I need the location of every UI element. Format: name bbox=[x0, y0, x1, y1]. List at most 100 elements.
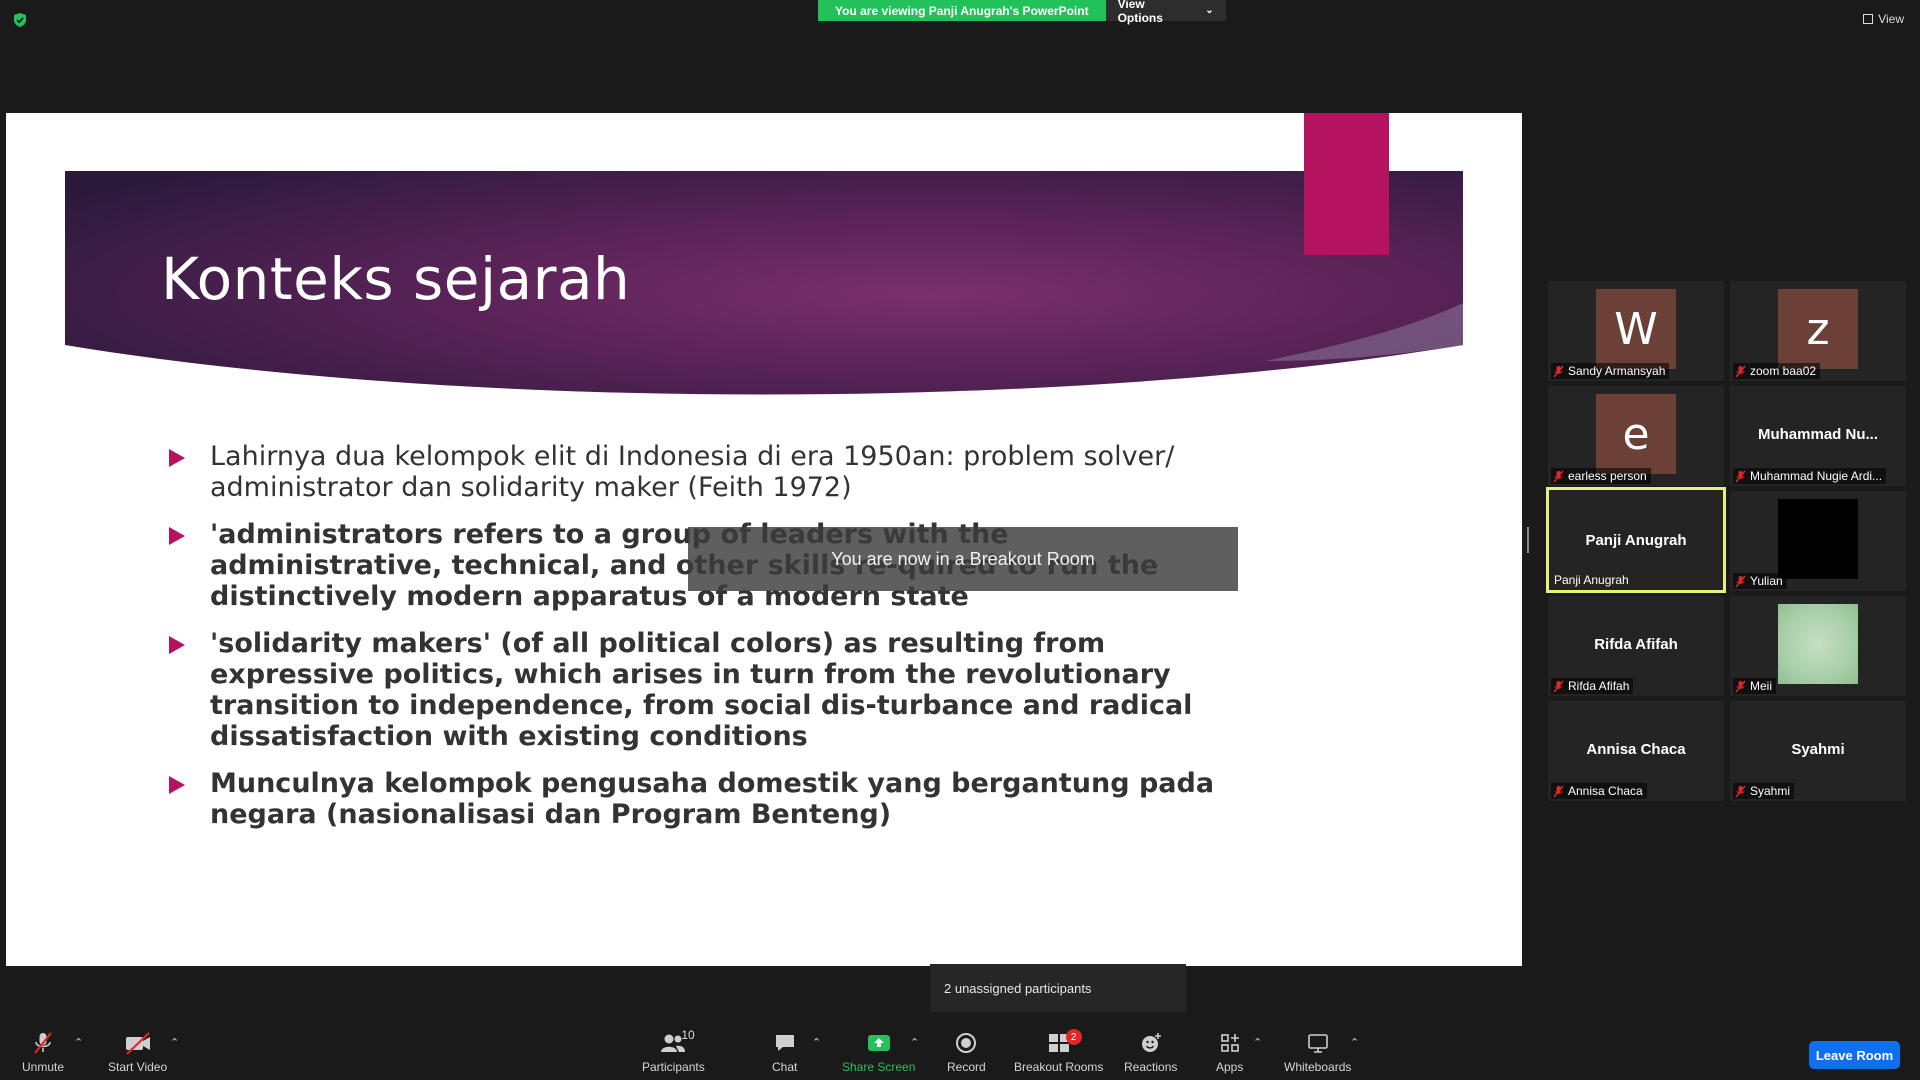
participant-display-name: Rifda Afifah bbox=[1594, 636, 1678, 653]
panel-resize-handle[interactable] bbox=[1527, 527, 1529, 553]
share-screen-icon bbox=[866, 1030, 892, 1056]
video-thumbnail bbox=[1778, 499, 1858, 579]
participant-tile[interactable]: Yulian bbox=[1730, 491, 1906, 591]
apps-button[interactable]: Apps bbox=[1216, 1030, 1243, 1074]
participant-name-label: Yulian bbox=[1733, 573, 1787, 589]
participant-name: Annisa Chaca bbox=[1568, 784, 1643, 798]
bullet-text: Lahirnya dua kelompok elit di Indonesia … bbox=[210, 441, 1175, 503]
leave-room-button[interactable]: Leave Room bbox=[1809, 1041, 1900, 1069]
mic-muted-icon bbox=[1553, 470, 1564, 482]
video-off-icon bbox=[124, 1030, 152, 1056]
participant-name-label: Sandy Armansyah bbox=[1551, 363, 1670, 379]
participants-label: Participants bbox=[642, 1060, 705, 1074]
participant-name-label: Muhammad Nugie Ardi... bbox=[1733, 468, 1887, 484]
mic-muted-icon bbox=[1735, 365, 1746, 377]
participant-name: Panji Anugrah bbox=[1554, 573, 1629, 587]
start-video-label: Start Video bbox=[108, 1060, 168, 1074]
participant-name-label: zoom baa02 bbox=[1733, 363, 1821, 379]
bullet-triangle-icon bbox=[169, 527, 185, 545]
record-label: Record bbox=[947, 1060, 986, 1074]
unmute-button[interactable]: Unmute bbox=[22, 1030, 64, 1074]
mic-off-icon bbox=[30, 1030, 56, 1056]
view-options-label: View Options bbox=[1117, 0, 1163, 25]
participant-tile[interactable]: Syahmi Syahmi bbox=[1730, 701, 1906, 801]
bullet-item: Lahirnya dua kelompok elit di Indonesia … bbox=[164, 441, 1224, 503]
mic-muted-icon bbox=[1735, 575, 1746, 587]
start-video-button[interactable]: Start Video bbox=[108, 1030, 167, 1074]
breakout-rooms-label: Breakout Rooms bbox=[1014, 1060, 1104, 1074]
avatar: e bbox=[1596, 394, 1676, 474]
record-icon bbox=[954, 1030, 978, 1056]
slide-title: Konteks sejarah bbox=[161, 245, 631, 313]
participant-name: Syahmi bbox=[1750, 784, 1791, 798]
participant-name: Yulian bbox=[1750, 574, 1783, 588]
participant-tile[interactable]: z zoom baa02 bbox=[1730, 281, 1906, 381]
participant-tile-active-speaker[interactable]: Panji Anugrah Panji Anugrah bbox=[1546, 487, 1726, 593]
participant-name-label: earless person bbox=[1551, 468, 1651, 484]
participant-tile[interactable]: Muhammad Nu... Muhammad Nugie Ardi... bbox=[1730, 386, 1906, 486]
participant-tile[interactable]: W Sandy Armansyah bbox=[1548, 281, 1724, 381]
share-screen-button[interactable]: Share Screen bbox=[842, 1030, 915, 1074]
participant-name: Meii bbox=[1750, 679, 1773, 693]
bullet-item: Munculnya kelompok pengusaha domestik ya… bbox=[164, 768, 1224, 830]
audio-options-caret-icon[interactable]: ⌃ bbox=[74, 1036, 83, 1049]
share-screen-label: Share Screen bbox=[842, 1060, 916, 1074]
participant-name: Sandy Armansyah bbox=[1568, 364, 1666, 378]
reactions-button[interactable]: Reactions bbox=[1124, 1030, 1177, 1074]
view-label: View bbox=[1878, 12, 1904, 26]
video-options-caret-icon[interactable]: ⌃ bbox=[170, 1036, 179, 1049]
participant-tile[interactable]: Annisa Chaca Annisa Chaca bbox=[1548, 701, 1724, 801]
avatar: z bbox=[1778, 289, 1858, 369]
apps-options-caret-icon[interactable]: ⌃ bbox=[1253, 1036, 1262, 1049]
whiteboards-button[interactable]: Whiteboards bbox=[1284, 1030, 1351, 1074]
participant-tile[interactable]: Meii bbox=[1730, 596, 1906, 696]
bullet-triangle-icon bbox=[169, 449, 185, 467]
view-options-button[interactable]: View Options ⌄ bbox=[1105, 0, 1226, 25]
participant-name-label: Rifda Afifah bbox=[1551, 678, 1634, 694]
participant-name-label: Meii bbox=[1733, 678, 1777, 694]
chat-label: Chat bbox=[772, 1060, 798, 1074]
participant-name: Muhammad Nugie Ardi... bbox=[1750, 469, 1883, 483]
participant-tile[interactable]: Rifda Afifah Rifda Afifah bbox=[1548, 596, 1724, 696]
apps-icon bbox=[1218, 1030, 1242, 1056]
bullet-triangle-icon bbox=[169, 636, 185, 654]
shield-icon[interactable] bbox=[12, 12, 28, 28]
whiteboards-options-caret-icon[interactable]: ⌃ bbox=[1350, 1036, 1359, 1049]
breakout-rooms-icon: 2 bbox=[1046, 1029, 1082, 1056]
zoom-meeting-window: You are viewing Panji Anugrah's PowerPoi… bbox=[0, 0, 1920, 1080]
mic-muted-icon bbox=[1735, 785, 1746, 797]
whiteboards-label: Whiteboards bbox=[1284, 1060, 1352, 1074]
bullet-text: Munculnya kelompok pengusaha domestik ya… bbox=[210, 768, 1215, 830]
chat-button[interactable]: Chat bbox=[772, 1030, 797, 1074]
participants-button[interactable]: 10 Participants bbox=[642, 1028, 705, 1074]
bullet-item: 'solidarity makers' (of all political co… bbox=[164, 628, 1224, 752]
whiteboard-icon bbox=[1306, 1030, 1330, 1056]
participant-display-name: Panji Anugrah bbox=[1585, 532, 1687, 549]
participant-display-name: Annisa Chaca bbox=[1586, 741, 1686, 758]
mic-muted-icon bbox=[1553, 680, 1564, 692]
mic-muted-icon bbox=[1553, 785, 1564, 797]
view-button[interactable]: View bbox=[1863, 12, 1904, 26]
apps-label: Apps bbox=[1216, 1060, 1244, 1074]
meeting-toolbar: Unmute ⌃ Start Video ⌃ 10 Participants C… bbox=[0, 1020, 1920, 1080]
participant-name: Rifda Afifah bbox=[1568, 679, 1630, 693]
avatar: W bbox=[1596, 289, 1676, 369]
breakout-rooms-badge: 2 bbox=[1065, 1029, 1082, 1045]
unmute-label: Unmute bbox=[22, 1060, 65, 1074]
slide-bullets: Lahirnya dua kelompok elit di Indonesia … bbox=[164, 441, 1224, 846]
viewing-banner: You are viewing Panji Anugrah's PowerPoi… bbox=[818, 0, 1226, 25]
reactions-label: Reactions bbox=[1124, 1060, 1178, 1074]
grid-view-icon bbox=[1863, 14, 1874, 24]
unassigned-participants-tooltip: 2 unassigned participants bbox=[930, 964, 1186, 1012]
chat-options-caret-icon[interactable]: ⌃ bbox=[812, 1036, 821, 1049]
reactions-icon bbox=[1139, 1030, 1163, 1056]
participant-name-label: Annisa Chaca bbox=[1551, 783, 1647, 799]
mic-muted-icon bbox=[1735, 680, 1746, 692]
participants-icon: 10 bbox=[659, 1028, 695, 1056]
participant-tile[interactable]: e earless person bbox=[1548, 386, 1724, 486]
breakout-rooms-button[interactable]: 2 Breakout Rooms bbox=[1014, 1029, 1104, 1074]
breakout-room-notification: You are now in a Breakout Room bbox=[688, 527, 1238, 591]
record-button[interactable]: Record bbox=[947, 1030, 986, 1074]
participant-name: zoom baa02 bbox=[1750, 364, 1817, 378]
share-options-caret-icon[interactable]: ⌃ bbox=[910, 1036, 919, 1049]
